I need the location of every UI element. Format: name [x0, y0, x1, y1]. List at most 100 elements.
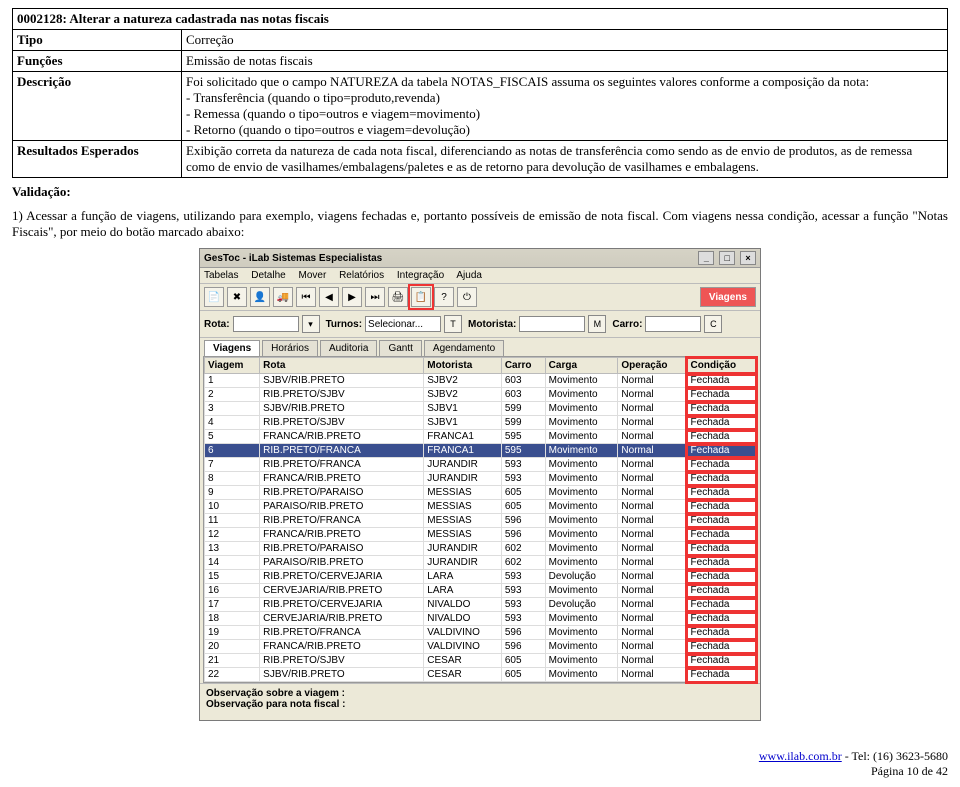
grid-cell: 6	[205, 444, 260, 458]
toolbar-btn-6[interactable]: ◀	[319, 287, 339, 307]
maximize-button[interactable]: □	[719, 251, 735, 265]
table-row[interactable]: 6RIB.PRETO/FRANCAFRANCA1595MovimentoNorm…	[205, 444, 756, 458]
grid-cell: 593	[501, 584, 545, 598]
tab-agendamento[interactable]: Agendamento	[424, 340, 504, 356]
turnos-lookup-button[interactable]: T	[444, 315, 462, 333]
grid-header[interactable]: Condição	[687, 358, 755, 374]
minimize-button[interactable]: _	[698, 251, 714, 265]
table-row[interactable]: 5FRANCA/RIB.PRETOFRANCA1595MovimentoNorm…	[205, 430, 756, 444]
footer-tel: - Tel: (16) 3623-5680	[842, 749, 948, 763]
table-row[interactable]: 11RIB.PRETO/FRANCAMESSIAS596MovimentoNor…	[205, 514, 756, 528]
menu-integracao[interactable]: Integração	[397, 270, 444, 281]
grid-header[interactable]: Carro	[501, 358, 545, 374]
tab-viagens[interactable]: Viagens	[204, 340, 260, 356]
motorista-lookup-button[interactable]: M	[588, 315, 606, 333]
toolbar-viagens-label[interactable]: Viagens	[700, 287, 756, 307]
carro-lookup-button[interactable]: C	[704, 315, 722, 333]
tab-gantt[interactable]: Gantt	[379, 340, 421, 356]
grid-cell: Movimento	[545, 430, 618, 444]
descricao-label: Descrição	[13, 72, 182, 141]
table-row[interactable]: 15RIB.PRETO/CERVEJARIALARA593DevoluçãoNo…	[205, 570, 756, 584]
grid-cell: RIB.PRETO/SJBV	[260, 388, 424, 402]
grid-cell: 14	[205, 556, 260, 570]
table-row[interactable]: 18CERVEJARIA/RIB.PRETONIVALDO593Moviment…	[205, 612, 756, 626]
rota-input[interactable]	[233, 316, 299, 332]
toolbar-btn-2[interactable]: ✖	[227, 287, 247, 307]
table-row[interactable]: 16CERVEJARIA/RIB.PRETOLARA593MovimentoNo…	[205, 584, 756, 598]
toolbar-btn-8[interactable]: ⏭	[365, 287, 385, 307]
app-window: GesToc - iLab Sistemas Especialistas _ □…	[199, 248, 761, 721]
close-button[interactable]: ×	[740, 251, 756, 265]
menu-ajuda[interactable]: Ajuda	[456, 270, 482, 281]
grid-cell: Movimento	[545, 668, 618, 682]
toolbar-btn-4[interactable]: 🚚	[273, 287, 293, 307]
table-row[interactable]: 17RIB.PRETO/CERVEJARIANIVALDO593Devoluçã…	[205, 598, 756, 612]
grid-cell: Movimento	[545, 626, 618, 640]
grid-cell: Normal	[618, 570, 687, 584]
notas-fiscais-button[interactable]: 📋	[411, 287, 431, 307]
grid-cell: FRANCA/RIB.PRETO	[260, 528, 424, 542]
grid-cell: Fechada	[687, 444, 755, 458]
table-row[interactable]: 9RIB.PRETO/PARAISOMESSIAS605MovimentoNor…	[205, 486, 756, 500]
table-row[interactable]: 21RIB.PRETO/SJBVCESAR605MovimentoNormalF…	[205, 654, 756, 668]
table-row[interactable]: 3SJBV/RIB.PRETOSJBV1599MovimentoNormalFe…	[205, 402, 756, 416]
grid-header[interactable]: Operação	[618, 358, 687, 374]
grid-cell: 10	[205, 500, 260, 514]
table-row[interactable]: 12FRANCA/RIB.PRETOMESSIAS596MovimentoNor…	[205, 528, 756, 542]
menu-mover[interactable]: Mover	[299, 270, 327, 281]
toolbar-btn-exit[interactable]: ⏻	[457, 287, 477, 307]
grid-header[interactable]: Rota	[260, 358, 424, 374]
grid-cell: Devolução	[545, 570, 618, 584]
tab-horarios[interactable]: Horários	[262, 340, 318, 356]
grid-cell: Fechada	[687, 500, 755, 514]
table-row[interactable]: 14PARAISO/RIB.PRETOJURANDIR602MovimentoN…	[205, 556, 756, 570]
grid-cell: Fechada	[687, 570, 755, 584]
footer-link[interactable]: www.ilab.com.br	[759, 749, 842, 763]
grid-cell: MESSIAS	[424, 500, 502, 514]
descricao-value: Foi solicitado que o campo NATUREZA da t…	[182, 72, 948, 141]
tab-auditoria[interactable]: Auditoria	[320, 340, 377, 356]
grid-header[interactable]: Carga	[545, 358, 618, 374]
table-row[interactable]: 4RIB.PRETO/SJBVSJBV1599MovimentoNormalFe…	[205, 416, 756, 430]
grid-cell: 12	[205, 528, 260, 542]
grid-cell: 5	[205, 430, 260, 444]
grid-header[interactable]: Viagem	[205, 358, 260, 374]
grid-cell: LARA	[424, 570, 502, 584]
table-row[interactable]: 2RIB.PRETO/SJBVSJBV2603MovimentoNormalFe…	[205, 388, 756, 402]
grid-cell: CERVEJARIA/RIB.PRETO	[260, 612, 424, 626]
table-row[interactable]: 22SJBV/RIB.PRETOCESAR605MovimentoNormalF…	[205, 668, 756, 682]
toolbar-btn-1[interactable]: 📄	[204, 287, 224, 307]
grid-cell: 596	[501, 626, 545, 640]
toolbar-btn-3[interactable]: 👤	[250, 287, 270, 307]
table-row[interactable]: 1SJBV/RIB.PRETOSJBV2603MovimentoNormalFe…	[205, 374, 756, 388]
table-row[interactable]: 13RIB.PRETO/PARAISOJURANDIR602MovimentoN…	[205, 542, 756, 556]
motorista-input[interactable]	[519, 316, 585, 332]
grid-cell: Fechada	[687, 514, 755, 528]
footer-page: Página 10 de 42	[871, 764, 948, 778]
menu-relatorios[interactable]: Relatórios	[339, 270, 384, 281]
table-row[interactable]: 19RIB.PRETO/FRANCAVALDIVINO596MovimentoN…	[205, 626, 756, 640]
toolbar-btn-7[interactable]: ▶	[342, 287, 362, 307]
menu-detalhe[interactable]: Detalhe	[251, 270, 285, 281]
carro-input[interactable]	[645, 316, 701, 332]
viagens-grid[interactable]: ViagemRotaMotoristaCarroCargaOperaçãoCon…	[204, 357, 756, 682]
rota-lookup-button[interactable]: ▾	[302, 315, 320, 333]
toolbar-btn-5[interactable]: ⏮	[296, 287, 316, 307]
grid-cell: Fechada	[687, 598, 755, 612]
grid-cell: FRANCA1	[424, 444, 502, 458]
table-row[interactable]: 10PARAISO/RIB.PRETOMESSIAS605MovimentoNo…	[205, 500, 756, 514]
grid-header[interactable]: Motorista	[424, 358, 502, 374]
grid-cell: Normal	[618, 458, 687, 472]
grid-cell: 16	[205, 584, 260, 598]
table-row[interactable]: 20FRANCA/RIB.PRETOVALDIVINO596MovimentoN…	[205, 640, 756, 654]
grid-cell: SJBV/RIB.PRETO	[260, 374, 424, 388]
table-row[interactable]: 8FRANCA/RIB.PRETOJURANDIR593MovimentoNor…	[205, 472, 756, 486]
grid-cell: 4	[205, 416, 260, 430]
toolbar-btn-9[interactable]: 🖨	[388, 287, 408, 307]
table-row[interactable]: 7RIB.PRETO/FRANCAJURANDIR593MovimentoNor…	[205, 458, 756, 472]
grid-wrap: ViagemRotaMotoristaCarroCargaOperaçãoCon…	[203, 356, 757, 683]
menu-tabelas[interactable]: Tabelas	[204, 270, 238, 281]
turnos-input[interactable]	[365, 316, 441, 332]
toolbar-btn-help[interactable]: ?	[434, 287, 454, 307]
grid-cell: LARA	[424, 584, 502, 598]
